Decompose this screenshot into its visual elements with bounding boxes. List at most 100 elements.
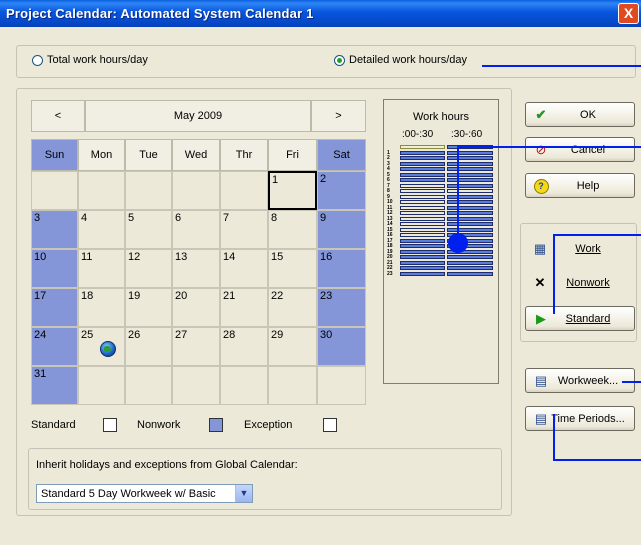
calendar-day[interactable]: 31 bbox=[31, 366, 78, 405]
calendar-day[interactable]: 16 bbox=[317, 249, 366, 288]
calendar-empty-cell bbox=[31, 171, 78, 210]
radio-circle bbox=[32, 54, 43, 66]
hour-label: 23 bbox=[387, 270, 393, 277]
calendar-day[interactable]: 30 bbox=[317, 327, 366, 366]
work-hour-slot[interactable] bbox=[400, 145, 445, 149]
calendar-day[interactable]: 13 bbox=[172, 249, 220, 288]
day-header-thr: Thr bbox=[220, 139, 268, 171]
work-hour-slot[interactable] bbox=[400, 227, 445, 232]
chevron-down-icon[interactable]: ▼ bbox=[235, 485, 252, 502]
radio-circle-selected bbox=[334, 54, 345, 66]
month-label: May 2009 bbox=[85, 100, 311, 132]
work-hour-slot[interactable] bbox=[400, 194, 445, 199]
calendar-empty-cell bbox=[78, 171, 125, 210]
calendar-day[interactable]: 11 bbox=[78, 249, 125, 288]
work-hour-slot[interactable] bbox=[400, 222, 445, 226]
work-button[interactable]: ▦ Work bbox=[525, 236, 635, 261]
x-icon: ✕ bbox=[534, 274, 546, 290]
work-hour-slot[interactable] bbox=[447, 167, 493, 171]
inherit-dropdown[interactable]: Standard 5 Day Workweek w/ Basic ▼ bbox=[36, 484, 253, 503]
work-hour-slot[interactable] bbox=[447, 227, 493, 232]
work-hour-slot[interactable] bbox=[400, 244, 445, 248]
calendar-day[interactable]: 29 bbox=[268, 327, 317, 366]
work-hour-slot[interactable] bbox=[447, 189, 493, 193]
calendar-empty-cell bbox=[220, 366, 268, 405]
calendar-day[interactable]: 24 bbox=[31, 327, 78, 366]
help-button[interactable]: ? Help bbox=[525, 173, 635, 198]
calendar-day-selected[interactable]: 1 bbox=[268, 171, 317, 210]
work-hour-slot[interactable] bbox=[447, 178, 493, 182]
calendar-day[interactable]: 23 bbox=[317, 288, 366, 327]
work-calendar-icon: ▦ bbox=[533, 240, 547, 256]
work-hour-slot[interactable] bbox=[447, 266, 493, 270]
work-hour-slot[interactable] bbox=[400, 271, 445, 276]
work-hour-slot[interactable] bbox=[447, 161, 493, 166]
work-hour-slot[interactable] bbox=[447, 205, 493, 210]
calendar-day[interactable]: 9 bbox=[317, 210, 366, 249]
work-hour-slot[interactable] bbox=[400, 167, 445, 171]
calendar-day[interactable]: 22 bbox=[268, 288, 317, 327]
calendar-day[interactable]: 7 bbox=[220, 210, 268, 249]
calendar-day[interactable]: 12 bbox=[125, 249, 172, 288]
calendar-day[interactable]: 4 bbox=[78, 210, 125, 249]
work-hour-slot[interactable] bbox=[447, 156, 493, 160]
next-month-button[interactable]: > bbox=[311, 100, 366, 132]
calendar-day[interactable]: 14 bbox=[220, 249, 268, 288]
detailed-hours-radio[interactable]: Detailed work hours/day bbox=[334, 54, 467, 66]
work-hour-slot[interactable] bbox=[447, 150, 493, 155]
calendar-day[interactable]: 21 bbox=[220, 288, 268, 327]
work-hour-slot[interactable] bbox=[447, 222, 493, 226]
calendar-empty-cell bbox=[317, 366, 366, 405]
calendar-day[interactable]: 26 bbox=[125, 327, 172, 366]
calendar-day[interactable]: 20 bbox=[172, 288, 220, 327]
prev-month-button[interactable]: < bbox=[31, 100, 85, 132]
calendar-day[interactable]: 2 bbox=[317, 171, 366, 210]
work-hour-slot[interactable] bbox=[400, 216, 445, 221]
calendar-day[interactable]: 3 bbox=[31, 210, 78, 249]
calendar-day[interactable]: 8 bbox=[268, 210, 317, 249]
total-hours-radio[interactable]: Total work hours/day bbox=[32, 54, 148, 66]
work-hour-slot[interactable] bbox=[400, 189, 445, 193]
work-hour-slot[interactable] bbox=[400, 183, 445, 188]
work-hour-slot[interactable] bbox=[400, 205, 445, 210]
work-hour-slot[interactable] bbox=[447, 255, 493, 259]
work-hour-slot[interactable] bbox=[447, 260, 493, 265]
calendar-day[interactable]: 18 bbox=[78, 288, 125, 327]
workweek-button[interactable]: ▤ Workweek... bbox=[525, 368, 635, 393]
work-hour-slot[interactable] bbox=[400, 233, 445, 237]
work-hour-slot[interactable] bbox=[400, 238, 445, 243]
work-hour-slot[interactable] bbox=[400, 200, 445, 204]
work-hour-slot[interactable] bbox=[400, 150, 445, 155]
inherit-label: Inherit holidays and exceptions from Glo… bbox=[36, 459, 298, 471]
calendar-day[interactable]: 6 bbox=[172, 210, 220, 249]
work-hour-slot[interactable] bbox=[447, 194, 493, 199]
work-hour-slot[interactable] bbox=[447, 200, 493, 204]
work-hour-slot[interactable] bbox=[400, 156, 445, 160]
calendar-day[interactable]: 10 bbox=[31, 249, 78, 288]
standard-button[interactable]: ▶ Standard bbox=[525, 306, 635, 331]
calendar-day[interactable]: 19 bbox=[125, 288, 172, 327]
work-hour-slot[interactable] bbox=[447, 271, 493, 276]
calendar-day[interactable]: 15 bbox=[268, 249, 317, 288]
work-hour-slot[interactable] bbox=[400, 249, 445, 254]
work-hour-slot[interactable] bbox=[400, 178, 445, 182]
ok-button[interactable]: ✔ OK bbox=[525, 102, 635, 127]
work-hour-slot[interactable] bbox=[400, 266, 445, 270]
nonwork-button[interactable]: ✕ Nonwork bbox=[525, 270, 635, 295]
work-hour-slot[interactable] bbox=[400, 211, 445, 215]
close-button[interactable]: X bbox=[618, 3, 639, 24]
work-hour-slot[interactable] bbox=[447, 216, 493, 221]
work-hour-slot[interactable] bbox=[400, 260, 445, 265]
calendar-day[interactable]: 5 bbox=[125, 210, 172, 249]
calendar-day[interactable]: 27 bbox=[172, 327, 220, 366]
work-hour-slot[interactable] bbox=[400, 255, 445, 259]
work-hour-slot[interactable] bbox=[447, 172, 493, 177]
work-hour-slot[interactable] bbox=[400, 161, 445, 166]
work-hour-slot[interactable] bbox=[447, 183, 493, 188]
calendar-day[interactable]: 28 bbox=[220, 327, 268, 366]
calendar-day[interactable]: 17 bbox=[31, 288, 78, 327]
work-hour-slot[interactable] bbox=[400, 172, 445, 177]
time-periods-button[interactable]: ▤ Time Periods... bbox=[525, 406, 635, 431]
cancel-button[interactable]: ⊘ Cancel bbox=[525, 137, 635, 162]
work-hour-slot[interactable] bbox=[447, 211, 493, 215]
